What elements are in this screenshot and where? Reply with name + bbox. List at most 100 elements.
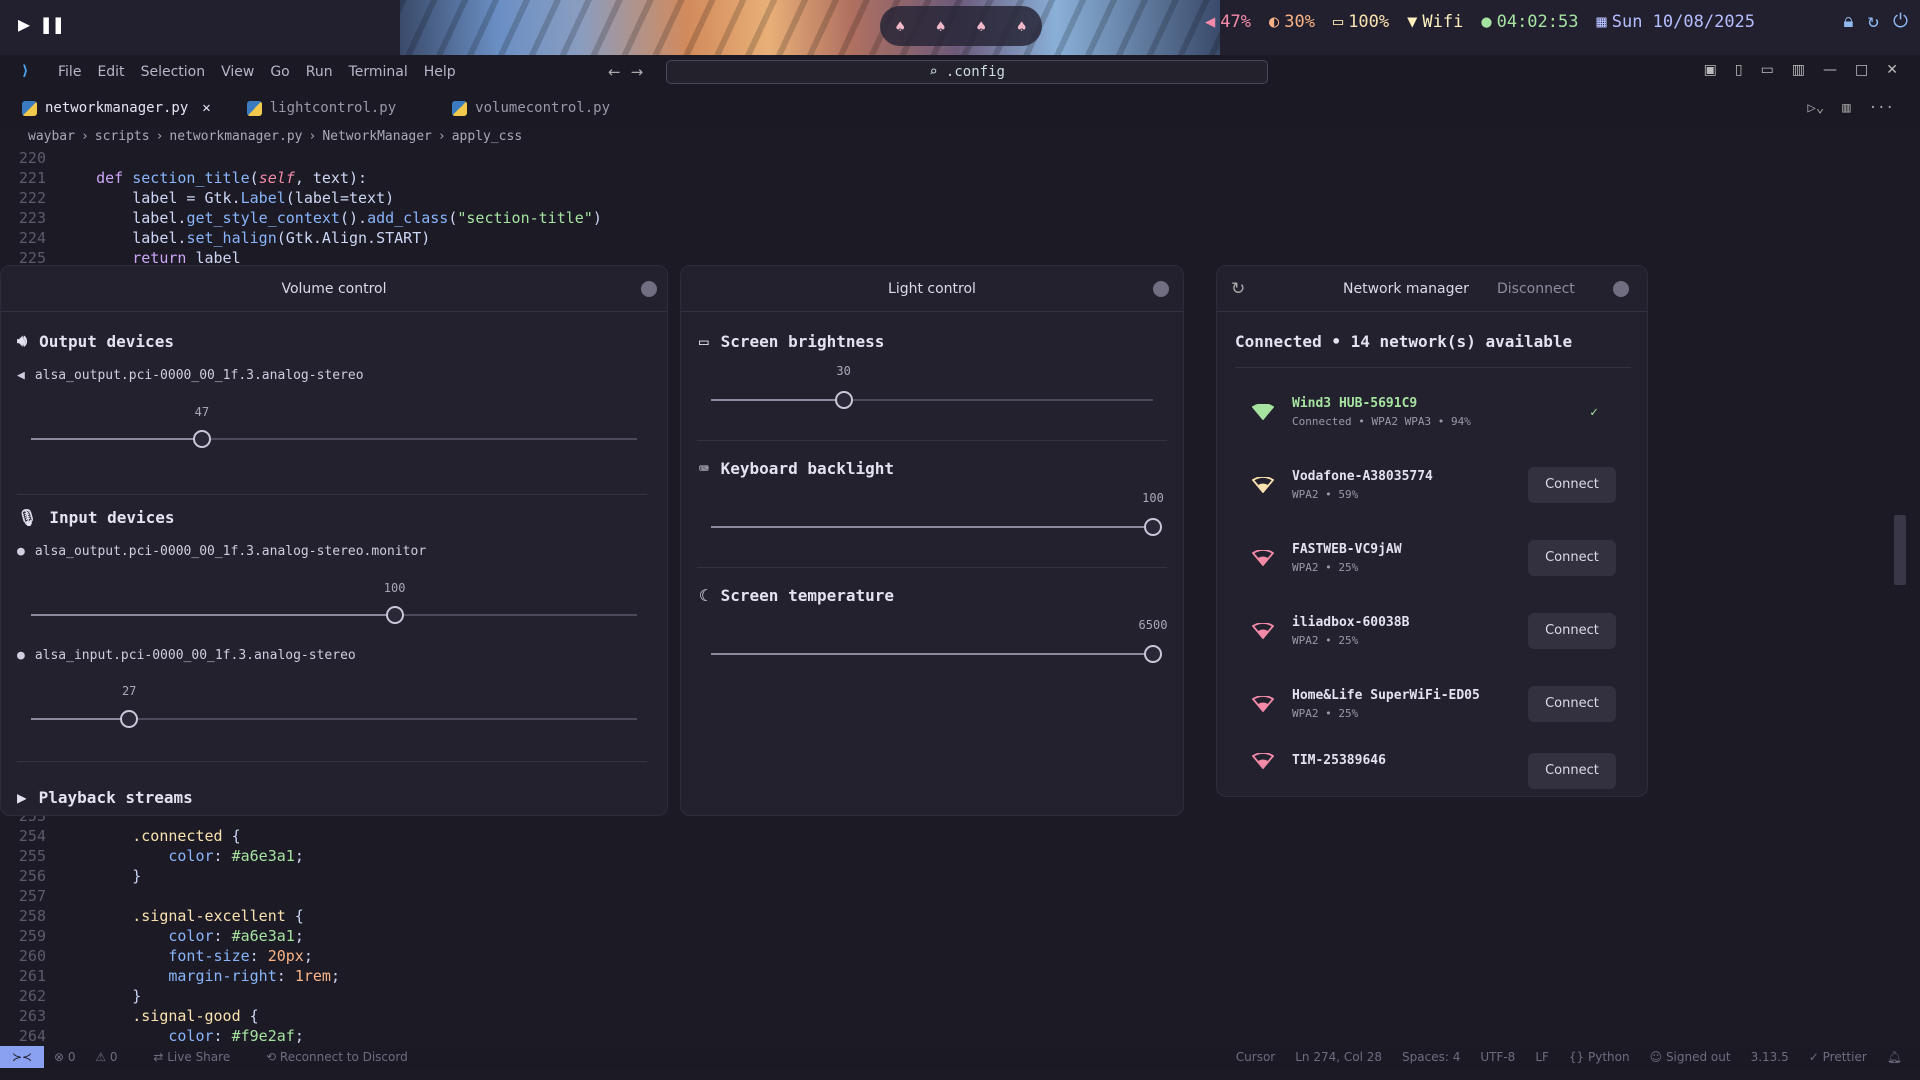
play-icon[interactable]: ▶: [18, 12, 30, 36]
network-item[interactable]: TIM-25389646 Connect: [1238, 745, 1618, 797]
encoding-status[interactable]: UTF-8: [1480, 1050, 1515, 1064]
input-monitor-slider[interactable]: [31, 606, 637, 624]
disconnect-button[interactable]: Disconnect: [1497, 281, 1575, 297]
more-icon[interactable]: ···: [1869, 100, 1894, 116]
close-icon[interactable]: ✕: [1886, 62, 1898, 78]
code-line[interactable]: 258 .signal-excellent {: [0, 906, 340, 926]
menu-item-view[interactable]: View: [221, 64, 254, 80]
network-item[interactable]: FASTWEB-VC9jAW WPA2 • 25% Connect: [1238, 526, 1618, 590]
code-line[interactable]: 260 font-size: 20px;: [0, 946, 340, 966]
network-item[interactable]: Wind3 HUB-5691C9 Connected • WPA2 WPA3 • …: [1238, 380, 1618, 444]
remote-icon[interactable]: ≻≺: [0, 1046, 44, 1068]
layout-icon[interactable]: ▣: [1704, 62, 1717, 78]
sidebar-icon[interactable]: ▯: [1735, 62, 1743, 78]
workspace-icon[interactable]: ♠: [976, 17, 986, 36]
menu-item-file[interactable]: File: [58, 64, 81, 80]
nav-arrows[interactable]: ←→: [608, 63, 653, 81]
code-line[interactable]: 263 .signal-good {: [0, 1006, 340, 1026]
panel-icon[interactable]: ▭: [1761, 62, 1774, 78]
account-status[interactable]: ☺ Signed out: [1650, 1050, 1731, 1064]
minimize-icon[interactable]: —: [1823, 62, 1837, 78]
slider-handle[interactable]: [120, 710, 139, 728]
network-item[interactable]: iliadbox-60038B WPA2 • 25% Connect: [1238, 599, 1618, 663]
connect-button[interactable]: Connect: [1528, 540, 1616, 576]
output-volume-slider[interactable]: [31, 430, 637, 448]
code-line[interactable]: 222 label = Gtk.Label(label=text): [0, 188, 602, 208]
input-volume-slider[interactable]: [31, 710, 637, 728]
menu-item-selection[interactable]: Selection: [141, 64, 206, 80]
discord-button[interactable]: ⟲ Reconnect to Discord: [266, 1050, 424, 1064]
breadcrumb-item[interactable]: scripts: [95, 129, 150, 144]
run-icon[interactable]: ▷⌄: [1807, 100, 1824, 116]
connect-button[interactable]: Connect: [1528, 467, 1616, 503]
code-line[interactable]: 223 label.get_style_context().add_class(…: [0, 208, 602, 228]
brightness-slider[interactable]: [711, 391, 1153, 409]
network-item[interactable]: Home&Life SuperWiFi-ED05 WPA2 • 25% Connec…: [1238, 672, 1618, 736]
prettier-status[interactable]: ✓ Prettier: [1809, 1050, 1867, 1064]
close-dot[interactable]: [1613, 281, 1629, 297]
code-line[interactable]: 259 color: #a6e3a1;: [0, 926, 340, 946]
connect-button[interactable]: Connect: [1528, 613, 1616, 649]
menu-item-terminal[interactable]: Terminal: [349, 64, 408, 80]
code-line[interactable]: 261 margin-right: 1rem;: [0, 966, 340, 986]
code-line[interactable]: 262 }: [0, 986, 340, 1006]
slider-handle[interactable]: [834, 391, 853, 409]
slider-handle[interactable]: [1144, 645, 1162, 663]
refresh-icon[interactable]: ↻: [1231, 279, 1245, 299]
menu-item-go[interactable]: Go: [270, 64, 289, 80]
playback-streams-toggle[interactable]: ▶ Playback streams: [17, 788, 193, 807]
code-line[interactable]: 264 color: #f9e2af;: [0, 1026, 340, 1046]
workspace-icon[interactable]: ♠: [936, 17, 946, 36]
slider-handle[interactable]: [192, 430, 211, 448]
network-item[interactable]: Vodafone-A38035774 WPA2 • 59% Connect: [1238, 453, 1618, 517]
code-line[interactable]: 257: [0, 886, 340, 906]
problems-indicator[interactable]: ⊗ 0 ⚠ 0: [54, 1050, 134, 1064]
indentation-status[interactable]: Spaces: 4: [1402, 1050, 1460, 1064]
maximize-icon[interactable]: □: [1855, 62, 1868, 78]
tab-volumecontrol[interactable]: volumecontrol.py: [430, 88, 624, 128]
eol-status[interactable]: LF: [1535, 1050, 1549, 1064]
language-mode[interactable]: {} Python: [1569, 1050, 1630, 1064]
breadcrumb-item[interactable]: NetworkManager: [322, 129, 432, 144]
breadcrumb-item[interactable]: waybar: [28, 129, 75, 144]
python-version[interactable]: 3.13.5: [1751, 1050, 1789, 1064]
temperature-slider[interactable]: [711, 645, 1162, 663]
code-line[interactable]: 255 color: #a6e3a1;: [0, 846, 340, 866]
command-center-search[interactable]: ⌕ .config: [666, 60, 1268, 84]
editor-scrollbar[interactable]: [1894, 515, 1906, 585]
code-line[interactable]: 254 .connected {: [0, 826, 340, 846]
volume-indicator[interactable]: ◀ 47%: [1205, 12, 1251, 32]
lock-icon[interactable]: 🔒︎: [1843, 10, 1853, 32]
workspace-icon[interactable]: ♠: [895, 17, 905, 36]
code-line[interactable]: 256 }: [0, 866, 340, 886]
keyboard-backlight-slider[interactable]: [711, 518, 1162, 536]
tab-lightcontrol[interactable]: lightcontrol.py: [225, 88, 410, 128]
slider-handle[interactable]: [1144, 518, 1162, 536]
power-icon[interactable]: ⏻: [1893, 10, 1908, 32]
connect-button[interactable]: Connect: [1528, 753, 1616, 789]
workspace-icon[interactable]: ♠: [1017, 17, 1027, 36]
pause-icon[interactable]: ❚❚: [40, 12, 64, 36]
brightness-indicator[interactable]: ◐ 30%: [1269, 12, 1315, 32]
live-share-button[interactable]: ⇄ Live Share: [153, 1050, 246, 1064]
wifi-indicator[interactable]: ▼ Wifi: [1407, 12, 1463, 32]
code-line[interactable]: 220: [0, 148, 602, 168]
close-icon[interactable]: ✕: [202, 100, 210, 116]
cursor-position[interactable]: Ln 274, Col 28: [1295, 1050, 1382, 1064]
battery-indicator[interactable]: ▭ 100%: [1333, 12, 1389, 32]
split-icon[interactable]: ▥: [1792, 62, 1805, 78]
split-editor-icon[interactable]: ▥: [1842, 100, 1850, 116]
refresh-icon[interactable]: ↻: [1868, 10, 1879, 32]
connect-button[interactable]: Connect: [1528, 686, 1616, 722]
close-dot[interactable]: [641, 281, 657, 297]
tab-networkmanager[interactable]: networkmanager.py ✕: [0, 88, 225, 128]
slider-handle[interactable]: [385, 606, 404, 624]
close-dot[interactable]: [1153, 281, 1169, 297]
breadcrumb-item[interactable]: apply_css: [452, 129, 522, 144]
code-line[interactable]: 224 label.set_halign(Gtk.Align.START): [0, 228, 602, 248]
cursor-status[interactable]: Cursor: [1236, 1050, 1275, 1064]
notifications-icon[interactable]: 🔔︎: [1887, 1050, 1902, 1064]
breadcrumb-item[interactable]: networkmanager.py: [169, 129, 302, 144]
menu-item-help[interactable]: Help: [424, 64, 456, 80]
code-line[interactable]: 221 def section_title(self, text):: [0, 168, 602, 188]
